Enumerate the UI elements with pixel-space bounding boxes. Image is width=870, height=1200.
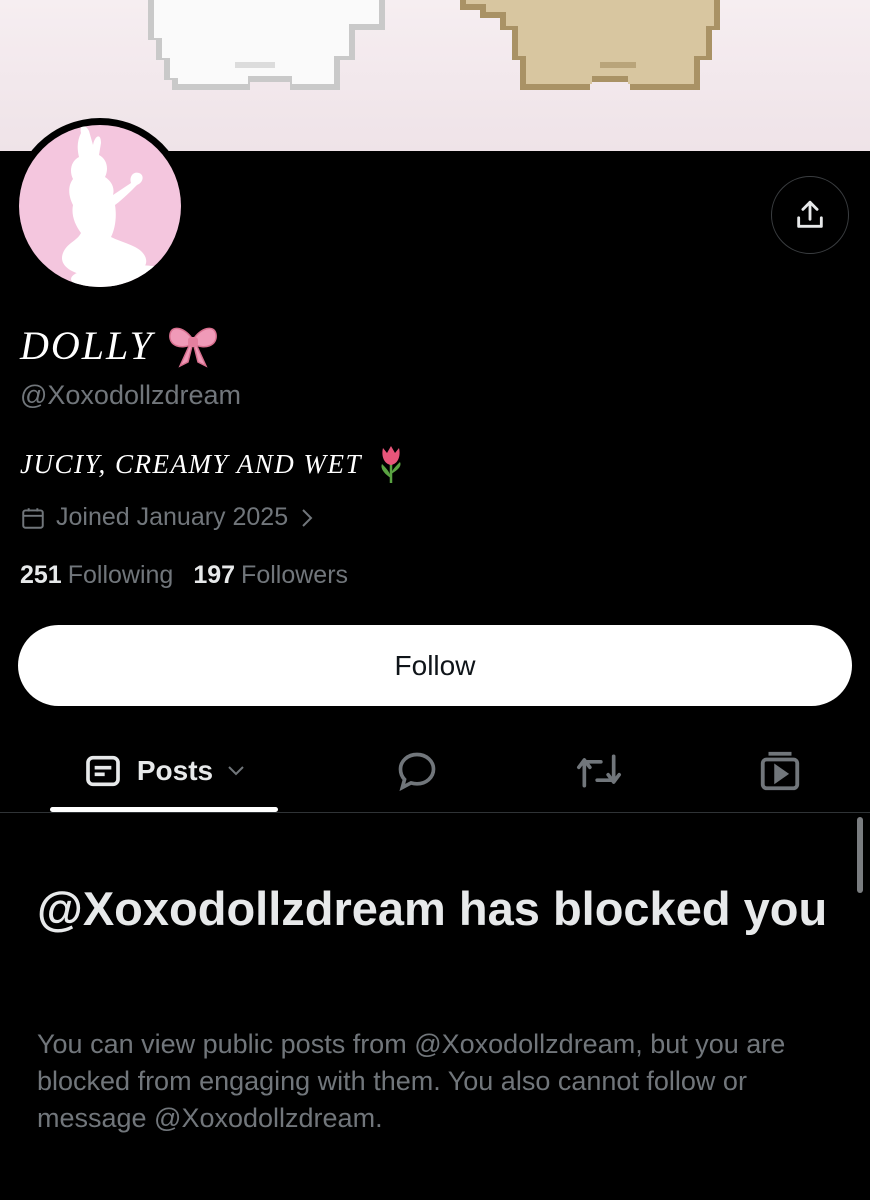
joined-text: Joined January 2025	[56, 503, 289, 531]
tab-media[interactable]	[755, 746, 805, 796]
share-button[interactable]	[771, 176, 849, 254]
media-icon	[760, 751, 800, 791]
pixel-art-tan-creature	[460, 0, 720, 90]
blocked-title: @Xoxodollzdream has blocked you	[37, 882, 828, 935]
calendar-icon	[22, 507, 44, 529]
display-name-text: DOLLY	[20, 323, 154, 368]
tulip-icon	[381, 446, 401, 483]
avatar[interactable]	[12, 118, 188, 294]
followers-label: Followers	[241, 561, 349, 589]
active-tab-indicator	[50, 807, 278, 812]
blocked-description: You can view public posts from @Xoxodoll…	[37, 1029, 786, 1133]
bio-text: JUCIY, CREAMY AND WET	[20, 448, 363, 479]
profile-tabs: Posts	[0, 730, 870, 813]
chevron-down-icon	[228, 766, 244, 776]
display-name: DOLLY	[20, 322, 218, 369]
pixel-art-white-creature	[148, 0, 385, 90]
bunny-girl-silhouette-icon	[61, 125, 181, 287]
following-stat[interactable]: 251 Following	[20, 561, 173, 590]
joined-date-link[interactable]: Joined January 2025	[20, 503, 314, 532]
bio: JUCIY, CREAMY AND WET	[20, 444, 406, 484]
follow-button[interactable]: Follow	[18, 625, 852, 706]
tab-replies[interactable]	[392, 746, 442, 796]
follow-stats: 251 Following 197 Followers	[20, 561, 368, 590]
following-count: 251	[20, 561, 62, 589]
avatar-image	[19, 125, 181, 287]
following-label: Following	[67, 561, 174, 589]
scrollbar[interactable]	[857, 817, 863, 893]
user-handle: @Xoxodollzdream	[20, 380, 242, 410]
ribbon-bow-icon	[168, 327, 217, 368]
tab-posts[interactable]: Posts	[50, 730, 278, 812]
chevron-right-icon	[302, 508, 313, 527]
tab-reposts[interactable]	[574, 746, 624, 796]
followers-stat[interactable]: 197 Followers	[193, 561, 348, 590]
share-icon	[797, 200, 823, 228]
tab-posts-label: Posts	[136, 755, 214, 786]
posts-icon	[86, 755, 120, 787]
followers-count: 197	[193, 561, 236, 589]
replies-icon	[398, 752, 436, 792]
reposts-icon	[576, 754, 621, 788]
